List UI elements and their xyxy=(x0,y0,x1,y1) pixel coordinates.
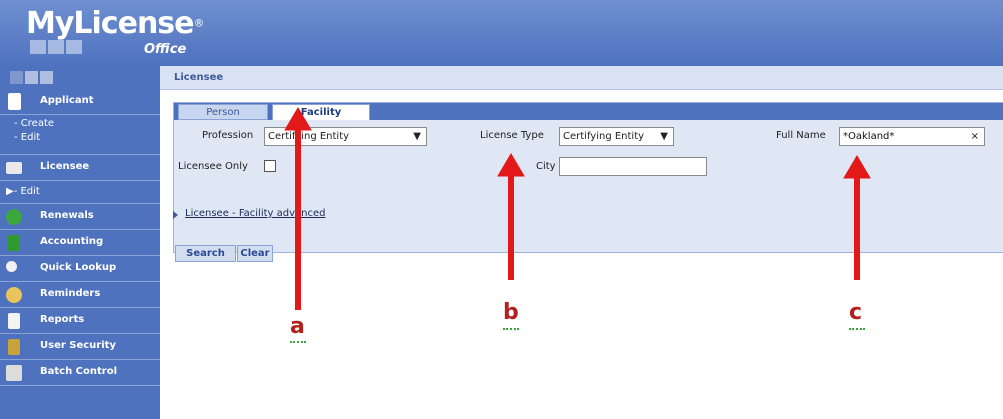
spellcheck-underline xyxy=(503,327,519,330)
spellcheck-underline xyxy=(849,327,865,330)
annotation-label-a: a xyxy=(290,314,305,339)
spellcheck-underline xyxy=(290,340,306,343)
arrow-b-head xyxy=(497,153,525,177)
annotation-label-b: b xyxy=(503,300,519,325)
arrow-c-head xyxy=(843,155,871,179)
annotation-label-c: c xyxy=(849,300,863,325)
annotation-arrows xyxy=(284,107,871,310)
arrow-a-head xyxy=(284,107,312,131)
app-window: MyLicense® Office Licensee Applicant - C… xyxy=(0,0,1003,419)
